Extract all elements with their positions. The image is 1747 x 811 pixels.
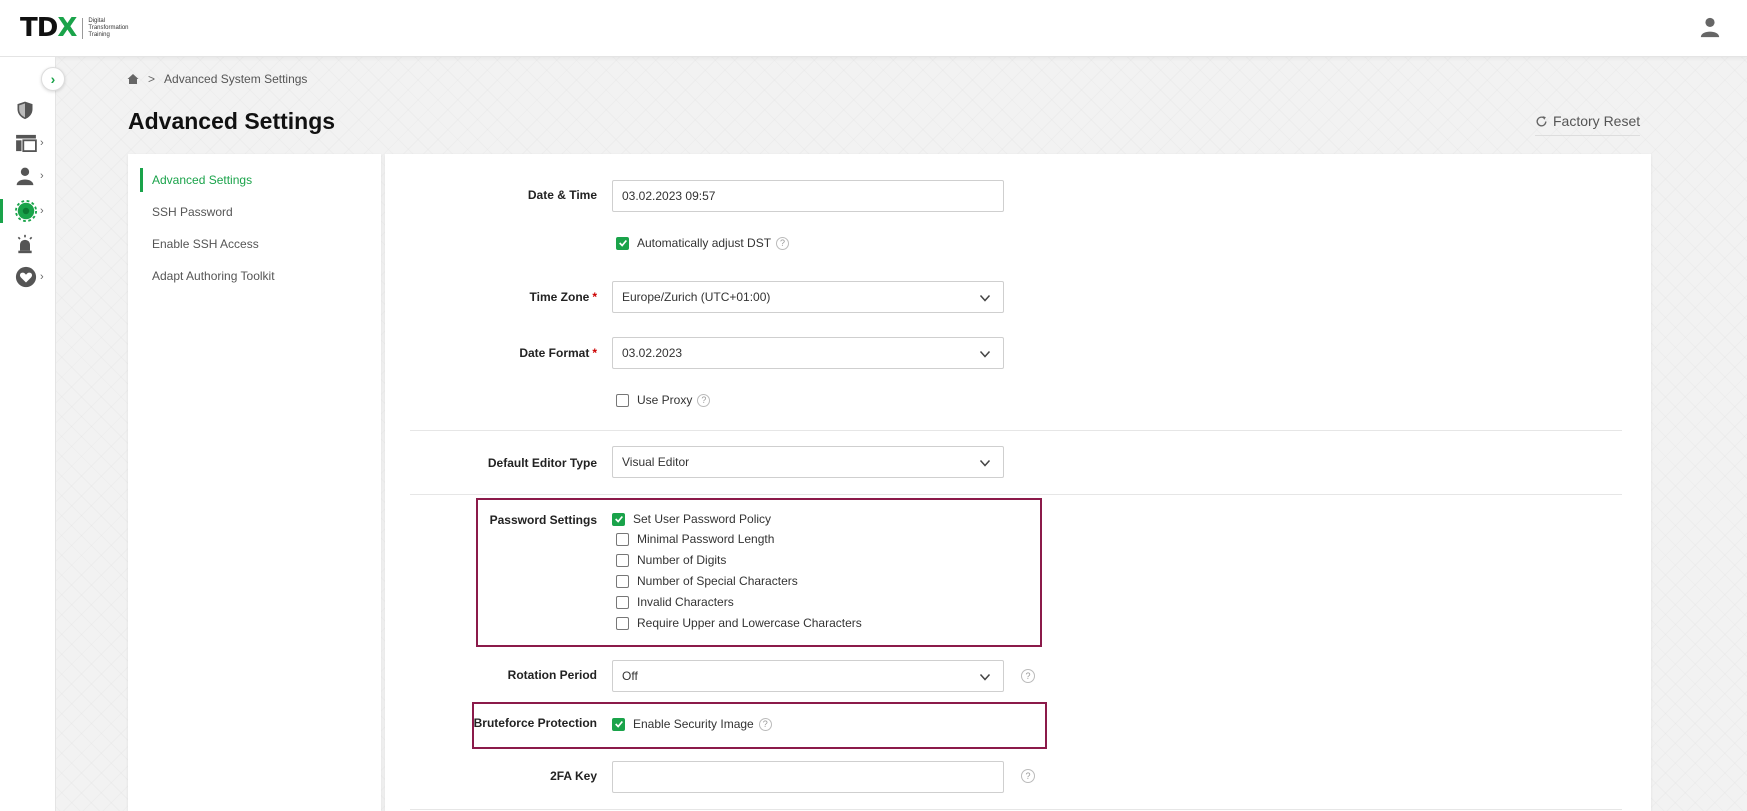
side-nav-enable-ssh-access[interactable]: Enable SSH Access — [128, 232, 381, 256]
twofa-key-input[interactable] — [612, 761, 1004, 793]
chevron-right-icon: › — [40, 170, 44, 182]
heart-icon — [15, 266, 37, 288]
password-settings-label: Password Settings — [489, 513, 597, 527]
bruteforce-label: Bruteforce Protection — [473, 716, 597, 730]
date-time-input[interactable]: 03.02.2023 09:57 — [612, 180, 1004, 212]
breadcrumb-separator: > — [148, 72, 156, 86]
chevron-down-icon — [979, 673, 991, 681]
rail-item-dashboard[interactable]: › — [0, 129, 56, 157]
settings-side-nav: Advanced Settings SSH Password Enable SS… — [128, 154, 381, 811]
checkbox-unchecked[interactable] — [616, 532, 629, 546]
logo-mark: TDX — [20, 13, 77, 43]
home-icon[interactable] — [127, 73, 139, 85]
checkbox-unchecked[interactable] — [616, 595, 629, 609]
checkbox-unchecked[interactable] — [616, 574, 629, 588]
dashboard-icon — [16, 134, 37, 152]
time-zone-select[interactable]: Europe/Zurich (UTC+01:00) — [612, 281, 1004, 313]
rail-item-security[interactable] — [0, 96, 56, 124]
password-option-invalid-chars[interactable]: Invalid Characters — [616, 595, 734, 609]
use-proxy-checkbox[interactable]: Use Proxy ? — [616, 393, 711, 407]
time-zone-label: Time Zone * — [529, 290, 597, 304]
chevron-down-icon — [979, 459, 991, 467]
tdx-logo[interactable]: TDX Digital Transformation Training — [20, 13, 130, 43]
password-option-special-chars[interactable]: Number of Special Characters — [616, 574, 798, 588]
chevron-right-icon: › — [40, 271, 44, 283]
users-icon — [16, 167, 34, 186]
chevron-right-icon[interactable]: › — [41, 67, 65, 91]
editor-type-select[interactable]: Visual Editor — [612, 446, 1004, 478]
rail-item-health[interactable]: › — [0, 263, 56, 291]
side-nav-adapt-authoring-toolkit[interactable]: Adapt Authoring Toolkit — [128, 264, 381, 288]
side-nav-ssh-password[interactable]: SSH Password — [128, 200, 381, 224]
help-icon[interactable]: ? — [776, 236, 790, 250]
factory-reset-button[interactable]: Factory Reset — [1535, 113, 1641, 136]
checkbox-checked[interactable] — [616, 236, 629, 250]
password-option-upper-lower[interactable]: Require Upper and Lowercase Characters — [616, 616, 862, 630]
rotation-period-select[interactable]: Off — [612, 660, 1004, 692]
rail-item-users[interactable]: › — [0, 162, 56, 190]
help-icon[interactable]: ? — [1021, 669, 1035, 683]
top-bar: TDX Digital Transformation Training — [0, 0, 1747, 57]
alarm-icon — [17, 234, 33, 254]
checkbox-unchecked[interactable] — [616, 393, 629, 407]
password-option-set-policy[interactable]: Set User Password Policy — [612, 512, 771, 526]
section-divider — [410, 494, 1622, 495]
logo-subtitle: Digital Transformation Training — [82, 17, 130, 39]
section-divider — [410, 809, 1622, 810]
breadcrumb: > Advanced System Settings — [127, 72, 307, 86]
enable-security-image-checkbox[interactable]: Enable Security Image ? — [612, 717, 772, 731]
date-time-label: Date & Time — [527, 188, 597, 202]
password-option-min-length[interactable]: Minimal Password Length — [616, 532, 774, 546]
checkbox-unchecked[interactable] — [616, 553, 629, 567]
date-format-label: Date Format * — [519, 346, 597, 360]
rotation-period-label: Rotation Period — [507, 668, 597, 682]
help-icon[interactable]: ? — [697, 393, 711, 407]
chevron-down-icon — [979, 294, 991, 302]
settings-gear-icon — [15, 200, 37, 222]
breadcrumb-current: Advanced System Settings — [164, 72, 308, 86]
page-title: Advanced Settings — [128, 108, 336, 134]
refresh-icon — [1536, 115, 1547, 126]
section-divider — [410, 430, 1622, 431]
side-nav-advanced-settings[interactable]: Advanced Settings — [128, 168, 381, 192]
help-icon[interactable]: ? — [1021, 769, 1035, 783]
checkbox-unchecked[interactable] — [616, 616, 629, 630]
editor-type-label: Default Editor Type — [487, 456, 597, 470]
date-format-select[interactable]: 03.02.2023 — [612, 337, 1004, 369]
chevron-right-icon: › — [40, 137, 44, 149]
twofa-key-label: 2FA Key — [550, 769, 597, 783]
shield-icon — [17, 101, 33, 120]
chevron-down-icon — [979, 350, 991, 358]
factory-reset-label: Factory Reset — [1553, 113, 1641, 129]
rail-item-settings[interactable]: › — [0, 197, 56, 225]
checkbox-checked[interactable] — [612, 717, 625, 731]
checkbox-checked[interactable] — [612, 512, 625, 526]
auto-dst-checkbox[interactable]: Automatically adjust DST ? — [616, 236, 790, 250]
rail-item-alarm[interactable] — [0, 230, 56, 258]
user-icon[interactable] — [1699, 16, 1721, 38]
chevron-right-icon: › — [40, 205, 44, 217]
password-option-digits[interactable]: Number of Digits — [616, 553, 726, 567]
help-icon[interactable]: ? — [758, 717, 772, 731]
